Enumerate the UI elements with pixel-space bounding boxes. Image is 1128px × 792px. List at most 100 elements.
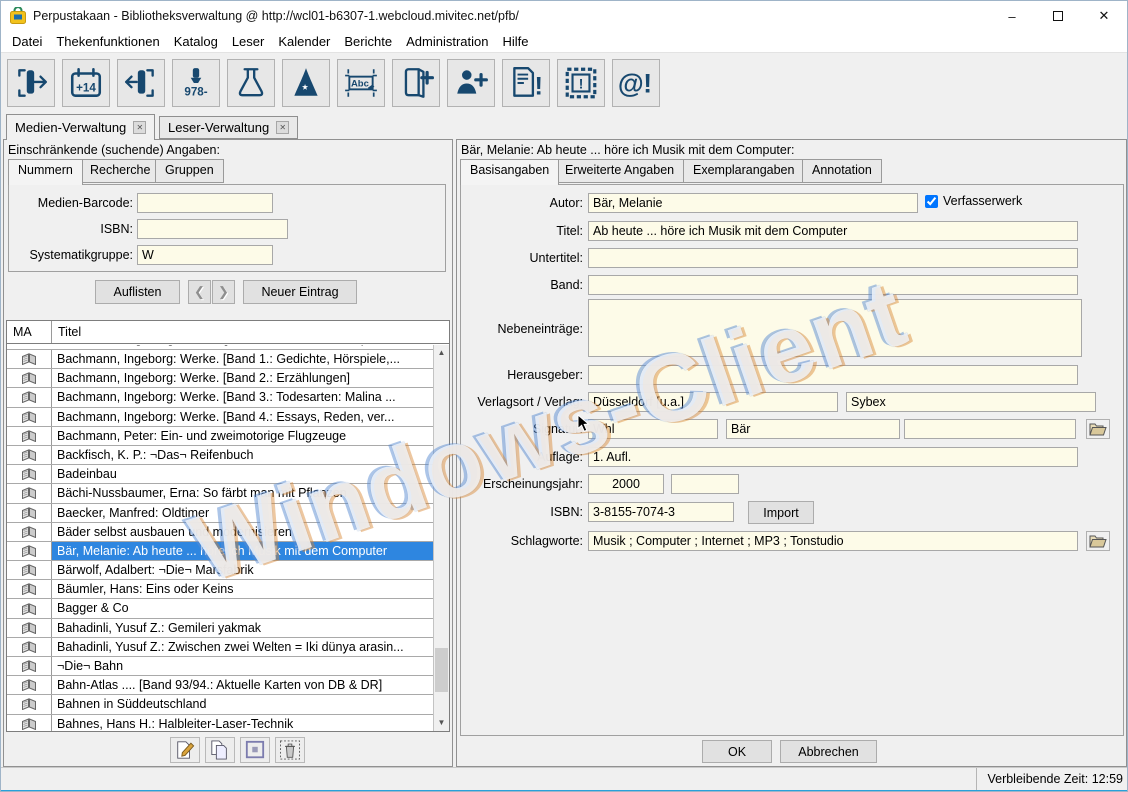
column-header-ma[interactable]: MA: [7, 321, 52, 343]
verlagsort-input[interactable]: [588, 392, 838, 412]
menu-item-berichte[interactable]: Berichte: [337, 32, 399, 51]
tab-close-icon[interactable]: ✕: [276, 121, 289, 134]
herausgeber-input[interactable]: [588, 365, 1078, 385]
table-row[interactable]: Backfisch, K. P.: ¬Das¬ Reifenbuch: [7, 446, 433, 465]
minimize-button[interactable]: –: [989, 1, 1035, 31]
verfasserwerk-checkbox[interactable]: [925, 195, 938, 208]
tab-erweiterte-angaben[interactable]: Erweiterte Angaben: [555, 159, 684, 183]
nebeneintraege-textarea[interactable]: [588, 299, 1082, 357]
auflage-input[interactable]: [588, 447, 1078, 467]
table-row[interactable]: Baecker, Manfred: Oldtimer: [7, 504, 433, 523]
titel-label: Titel:: [461, 221, 583, 241]
funnel-button[interactable]: [227, 59, 275, 107]
erscheinungsjahr-input-2[interactable]: [671, 474, 739, 494]
table-row[interactable]: Bahadinli, Yusuf Z.: Zwischen zwei Welte…: [7, 638, 433, 657]
tab-basisangaben[interactable]: Basisangaben: [460, 159, 559, 185]
tab-annotation[interactable]: Annotation: [802, 159, 882, 183]
menu-item-datei[interactable]: Datei: [5, 32, 49, 51]
media-checkout-button[interactable]: [7, 59, 55, 107]
table-row[interactable]: Bäder selbst ausbauen und modernisieren: [7, 523, 433, 542]
barcode-input[interactable]: [137, 193, 273, 213]
table-row[interactable]: Bachmann, Ingeborg: Werke. [Band 4.: Ess…: [7, 408, 433, 427]
systematik-input[interactable]: [137, 245, 273, 265]
table-row[interactable]: Bahnen in Süddeutschland: [7, 695, 433, 714]
auflisten-button[interactable]: Auflisten: [95, 280, 180, 304]
table-row[interactable]: Bagger & Co: [7, 599, 433, 618]
menu-item-leser[interactable]: Leser: [225, 32, 272, 51]
band-label: Band:: [461, 275, 583, 295]
isbn-scan-button[interactable]: 978-: [172, 59, 220, 107]
band-input[interactable]: [588, 275, 1078, 295]
wizard-button[interactable]: [282, 59, 330, 107]
tab-leser-verwaltung[interactable]: Leser-Verwaltung ✕: [159, 116, 298, 139]
tab-close-icon[interactable]: ✕: [133, 121, 146, 134]
close-button[interactable]: ✕: [1081, 1, 1127, 31]
label-print-button[interactable]: Abc: [337, 59, 385, 107]
column-header-titel[interactable]: Titel: [52, 321, 449, 343]
table-row[interactable]: Bachmann, Ingeborg: Werke. [Band 3.: Tod…: [7, 388, 433, 407]
maximize-button[interactable]: [1035, 1, 1081, 31]
erscheinungsjahr-input[interactable]: [588, 474, 664, 494]
menu-item-hilfe[interactable]: Hilfe: [495, 32, 535, 51]
table-row[interactable]: Bachmann, Ingeborg: Werke. [Band 1.: Ged…: [7, 350, 433, 369]
svg-text:+14: +14: [76, 81, 96, 94]
table-row[interactable]: ¬Die¬ Bahn: [7, 657, 433, 676]
scrollbar-thumb[interactable]: [435, 648, 448, 692]
next-record-button[interactable]: ❯: [212, 280, 235, 304]
subtab-gruppen[interactable]: Gruppen: [155, 159, 224, 183]
table-row[interactable]: Bachmann, Ingeborg: Werke. [Band 2.: Erz…: [7, 369, 433, 388]
table-row[interactable]: Bahnes, Hans H.: Halbleiter-Laser-Techni…: [7, 715, 433, 731]
table-row[interactable]: Bahn-Atlas .... [Band 93/94.: Aktuelle K…: [7, 676, 433, 695]
media-return-button[interactable]: [117, 59, 165, 107]
add-media-button[interactable]: [392, 59, 440, 107]
table-row[interactable]: Badeinbau: [7, 465, 433, 484]
edit-record-button[interactable]: [170, 737, 200, 763]
table-row[interactable]: Bäumler, Hans: Eins oder Keins: [7, 580, 433, 599]
open-folder-icon: [1089, 422, 1107, 436]
tab-medien-verwaltung[interactable]: Medien-Verwaltung ✕: [6, 114, 155, 140]
schlagworte-lookup-button[interactable]: [1086, 531, 1110, 551]
table-row[interactable]: Bärwolf, Adalbert: ¬Die¬ Marsfabrik: [7, 561, 433, 580]
signatur-input-3[interactable]: [904, 419, 1076, 439]
menu-item-kalender[interactable]: Kalender: [271, 32, 337, 51]
autor-input[interactable]: [588, 193, 918, 213]
neuer-eintrag-button[interactable]: Neuer Eintrag: [243, 280, 357, 304]
abbrechen-button[interactable]: Abbrechen: [780, 740, 877, 763]
stamp-notice-button[interactable]: !: [557, 59, 605, 107]
email-notice-button[interactable]: @ !: [612, 59, 660, 107]
menu-item-thekenfunktionen[interactable]: Thekenfunktionen: [49, 32, 166, 51]
scroll-up-icon[interactable]: ▲: [434, 345, 449, 361]
scroll-down-icon[interactable]: ▼: [434, 715, 449, 731]
select-frame-button[interactable]: [240, 737, 270, 763]
verlag-input[interactable]: [846, 392, 1096, 412]
table-cell-titel: Bachmann, Ingeborg: Werke. [Band 1.: Ged…: [52, 350, 433, 368]
previous-record-button[interactable]: ❮: [188, 280, 211, 304]
ok-button[interactable]: OK: [702, 740, 772, 763]
tab-exemplarangaben[interactable]: Exemplarangaben: [683, 159, 804, 183]
signatur-lookup-button[interactable]: [1086, 419, 1110, 439]
subtab-nummern[interactable]: Nummern: [8, 159, 83, 185]
extend-loan-14-button[interactable]: +14: [62, 59, 110, 107]
delete-record-button[interactable]: [275, 737, 305, 763]
untertitel-input[interactable]: [588, 248, 1078, 268]
add-reader-button[interactable]: [447, 59, 495, 107]
menu-item-katalog[interactable]: Katalog: [167, 32, 225, 51]
signatur-input-1[interactable]: [588, 419, 718, 439]
table-row[interactable]: Bächi-Nussbaumer, Erna: So färbt man mit…: [7, 484, 433, 503]
signatur-input-2[interactable]: [726, 419, 900, 439]
schlagworte-input[interactable]: [588, 531, 1078, 551]
isbn-input[interactable]: [588, 502, 734, 522]
overdue-notice-button[interactable]: !: [502, 59, 550, 107]
table-scrollbar[interactable]: ▲ ▼: [433, 345, 449, 731]
table-cell-titel: Bäder selbst ausbauen und modernisieren: [52, 523, 433, 541]
subtab-recherche[interactable]: Recherche: [80, 159, 160, 183]
import-button[interactable]: Import: [748, 501, 814, 524]
table-cell-ma: [7, 619, 52, 637]
menu-item-administration[interactable]: Administration: [399, 32, 495, 51]
table-row[interactable]: Bär, Melanie: Ab heute ... höre ich Musi…: [7, 542, 433, 561]
isbn-search-input[interactable]: [137, 219, 288, 239]
table-row[interactable]: Bahadinli, Yusuf Z.: Gemileri yakmak: [7, 619, 433, 638]
copy-record-button[interactable]: [205, 737, 235, 763]
titel-input[interactable]: [588, 221, 1078, 241]
table-row[interactable]: Bachmann, Peter: Ein- und zweimotorige F…: [7, 427, 433, 446]
